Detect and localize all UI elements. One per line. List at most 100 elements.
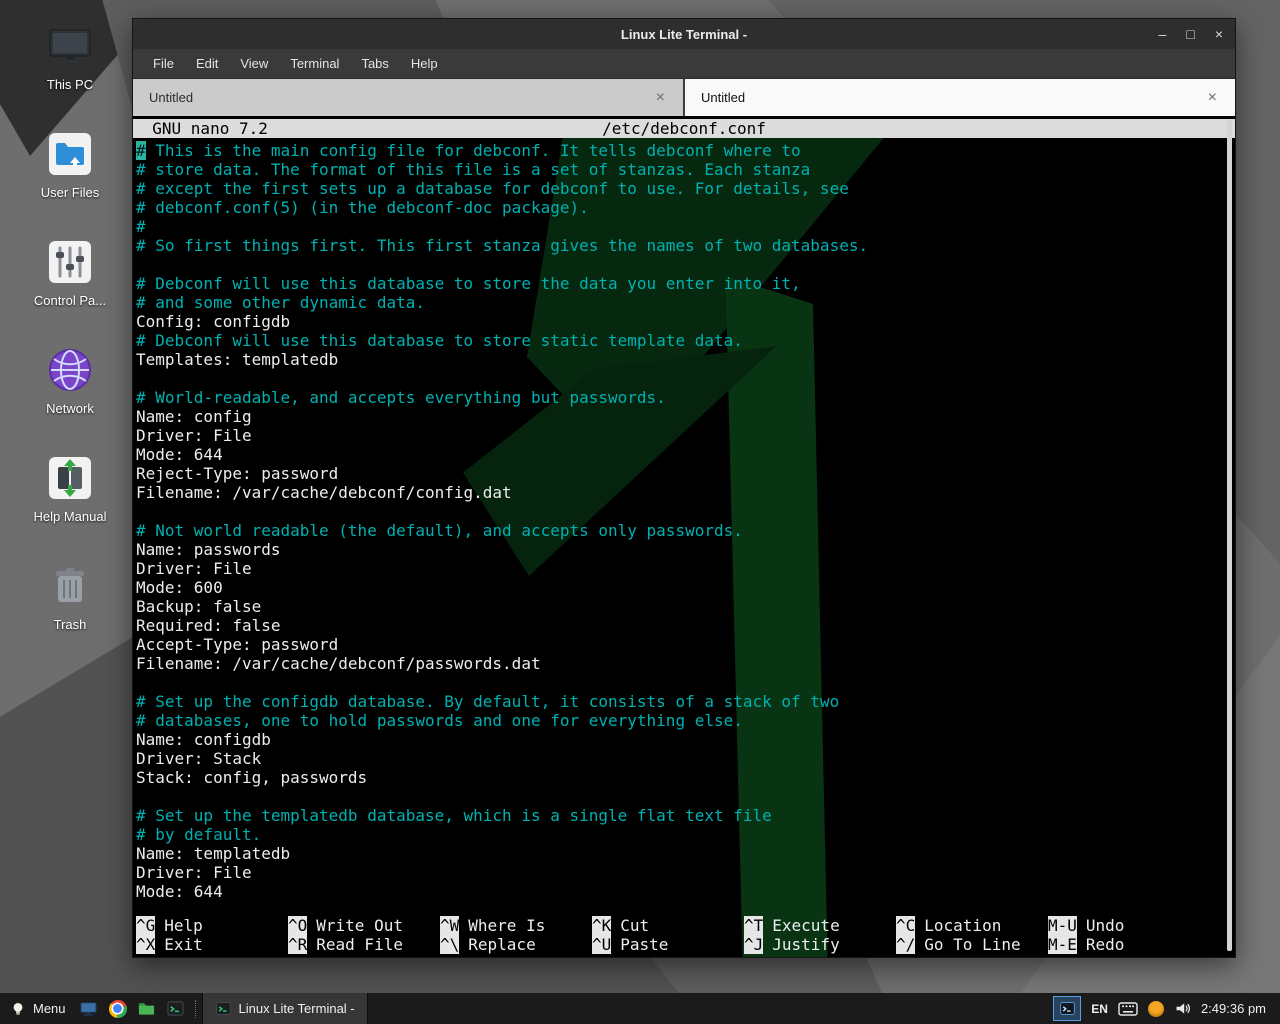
nano-shortcut: ^TExecute xyxy=(744,916,896,935)
nano-shortcut: ^WWhere Is xyxy=(440,916,592,935)
desktop-icon-network[interactable]: Network xyxy=(16,346,124,416)
nano-shortcut: ^\Replace xyxy=(440,935,592,954)
nano-line: # This is the main config file for debco… xyxy=(136,141,1235,160)
show-desktop-icon[interactable] xyxy=(76,996,102,1022)
nano-line: # Not world readable (the default), and … xyxy=(136,521,1235,540)
nano-line: # Set up the configdb database. By defau… xyxy=(136,692,1235,711)
nano-shortcut-bar: ^GHelp^OWrite Out^WWhere Is^KCut^TExecut… xyxy=(136,916,1221,954)
minimize-icon[interactable]: – xyxy=(1159,27,1167,41)
desktop-icon-this-pc[interactable]: This PC xyxy=(16,22,124,92)
menu-button-label: Menu xyxy=(33,1001,66,1016)
shortcut-label: Cut xyxy=(620,916,649,935)
desktop-icon-label: Trash xyxy=(54,618,87,632)
taskbar: Menu Linux Lite Terminal - EN 2:49:36 pm xyxy=(0,993,1280,1024)
maximize-icon[interactable]: □ xyxy=(1186,27,1194,41)
menu-file[interactable]: File xyxy=(143,51,184,76)
keyboard-icon[interactable] xyxy=(1118,1002,1138,1016)
nano-line: Templates: templatedb xyxy=(136,350,1235,369)
desktop-icon-list: This PC User Files Control Pa... Network… xyxy=(16,22,124,632)
nano-line: Driver: Stack xyxy=(136,749,1235,768)
menu-terminal[interactable]: Terminal xyxy=(280,51,349,76)
desktop-icon-control-panel[interactable]: Control Pa... xyxy=(16,238,124,308)
nano-line: Stack: config, passwords xyxy=(136,768,1235,787)
shortcut-label: Paste xyxy=(620,935,668,954)
desktop-icon-label: This PC xyxy=(47,78,93,92)
shortcut-key: ^/ xyxy=(896,935,915,954)
shortcut-key: ^G xyxy=(136,916,155,935)
shortcut-label: Replace xyxy=(468,935,535,954)
file-manager-icon[interactable] xyxy=(134,996,160,1022)
desktop-icon-label: Control Pa... xyxy=(34,294,106,308)
tab-untitled-2[interactable]: Untitled × xyxy=(685,79,1235,116)
shortcut-label: Location xyxy=(924,916,1001,935)
window-controls: – □ × xyxy=(1159,19,1223,49)
shortcut-label: Undo xyxy=(1086,916,1125,935)
nano-line xyxy=(136,502,1235,521)
menu-button[interactable]: Menu xyxy=(0,993,76,1024)
menu-tabs[interactable]: Tabs xyxy=(351,51,398,76)
nano-shortcut: ^/ Go To Line xyxy=(896,935,1048,954)
nano-shortcut: ^RRead File xyxy=(288,935,440,954)
folder-icon xyxy=(46,130,94,178)
desktop-icon-help-manual[interactable]: Help Manual xyxy=(16,454,124,524)
close-icon[interactable]: × xyxy=(1215,27,1223,41)
terminal-content[interactable]: GNU nano 7.2 /etc/debconf.conf # This is… xyxy=(133,116,1235,957)
shortcut-key: ^C xyxy=(896,916,915,935)
desktop-icon-user-files[interactable]: User Files xyxy=(16,130,124,200)
clock[interactable]: 2:49:36 pm xyxy=(1201,1001,1270,1016)
nano-shortcut: ^X Exit xyxy=(136,935,288,954)
nano-line: Config: configdb xyxy=(136,312,1235,331)
terminal-scrollbar[interactable] xyxy=(1227,120,1232,951)
menu-view[interactable]: View xyxy=(230,51,278,76)
terminal-launcher-icon[interactable] xyxy=(163,996,189,1022)
tab-label: Untitled xyxy=(701,90,1206,105)
nano-line: Mode: 600 xyxy=(136,578,1235,597)
shortcut-label: Where Is xyxy=(468,916,545,935)
sliders-icon xyxy=(46,238,94,286)
nano-line: # Set up the templatedb database, which … xyxy=(136,806,1235,825)
nano-shortcut: M-U Undo xyxy=(1048,916,1200,935)
nano-buffer[interactable]: # This is the main config file for debco… xyxy=(133,141,1235,901)
nano-line: Accept-Type: password xyxy=(136,635,1235,654)
computer-icon xyxy=(46,22,94,70)
nano-line: # So first things first. This first stan… xyxy=(136,236,1235,255)
chrome-icon[interactable] xyxy=(105,996,131,1022)
tab-close-icon[interactable]: × xyxy=(654,89,667,107)
shortcut-key: ^X xyxy=(136,935,155,954)
nano-line: # databases, one to hold passwords and o… xyxy=(136,711,1235,730)
nano-line: # store data. The format of this file is… xyxy=(136,160,1235,179)
window-title: Linux Lite Terminal - xyxy=(133,27,1235,42)
notification-icon[interactable] xyxy=(1148,1001,1164,1017)
shortcut-label: Execute xyxy=(772,916,839,935)
nano-shortcut: ^JJustify xyxy=(744,935,896,954)
menu-help[interactable]: Help xyxy=(401,51,448,76)
shortcut-label: Exit xyxy=(164,935,203,954)
trash-icon xyxy=(46,562,94,610)
nano-line: Required: false xyxy=(136,616,1235,635)
nano-line: # except the first sets up a database fo… xyxy=(136,179,1235,198)
nano-line: Backup: false xyxy=(136,597,1235,616)
nano-titlebar: GNU nano 7.2 /etc/debconf.conf xyxy=(133,119,1235,138)
taskbar-window-button[interactable]: Linux Lite Terminal - xyxy=(202,993,368,1024)
shortcut-key: M-U xyxy=(1048,916,1077,935)
tab-close-icon[interactable]: × xyxy=(1206,89,1219,107)
tab-untitled-1[interactable]: Untitled × xyxy=(133,79,685,116)
nano-line: Driver: File xyxy=(136,863,1235,882)
nano-line: Driver: File xyxy=(136,559,1235,578)
volume-icon[interactable] xyxy=(1174,1000,1191,1017)
nano-shortcut: ^UPaste xyxy=(592,935,744,954)
desktop-icon-label: Network xyxy=(46,402,94,416)
desktop-icon-trash[interactable]: Trash xyxy=(16,562,124,632)
keyboard-language-indicator[interactable]: EN xyxy=(1091,1002,1108,1016)
tray-terminal-icon[interactable] xyxy=(1053,996,1081,1021)
nano-line xyxy=(136,255,1235,274)
window-titlebar[interactable]: Linux Lite Terminal - – □ × xyxy=(133,19,1235,49)
nano-line: Driver: File xyxy=(136,426,1235,445)
shortcut-label: Go To Line xyxy=(924,935,1020,954)
shortcut-key: ^R xyxy=(288,935,307,954)
desktop-icon-label: User Files xyxy=(41,186,100,200)
nano-line: Name: configdb xyxy=(136,730,1235,749)
nano-line xyxy=(136,369,1235,388)
shortcut-row-2: ^X Exit ^RRead File^\Replace^UPaste^JJusti… xyxy=(136,935,1221,954)
menu-edit[interactable]: Edit xyxy=(186,51,228,76)
